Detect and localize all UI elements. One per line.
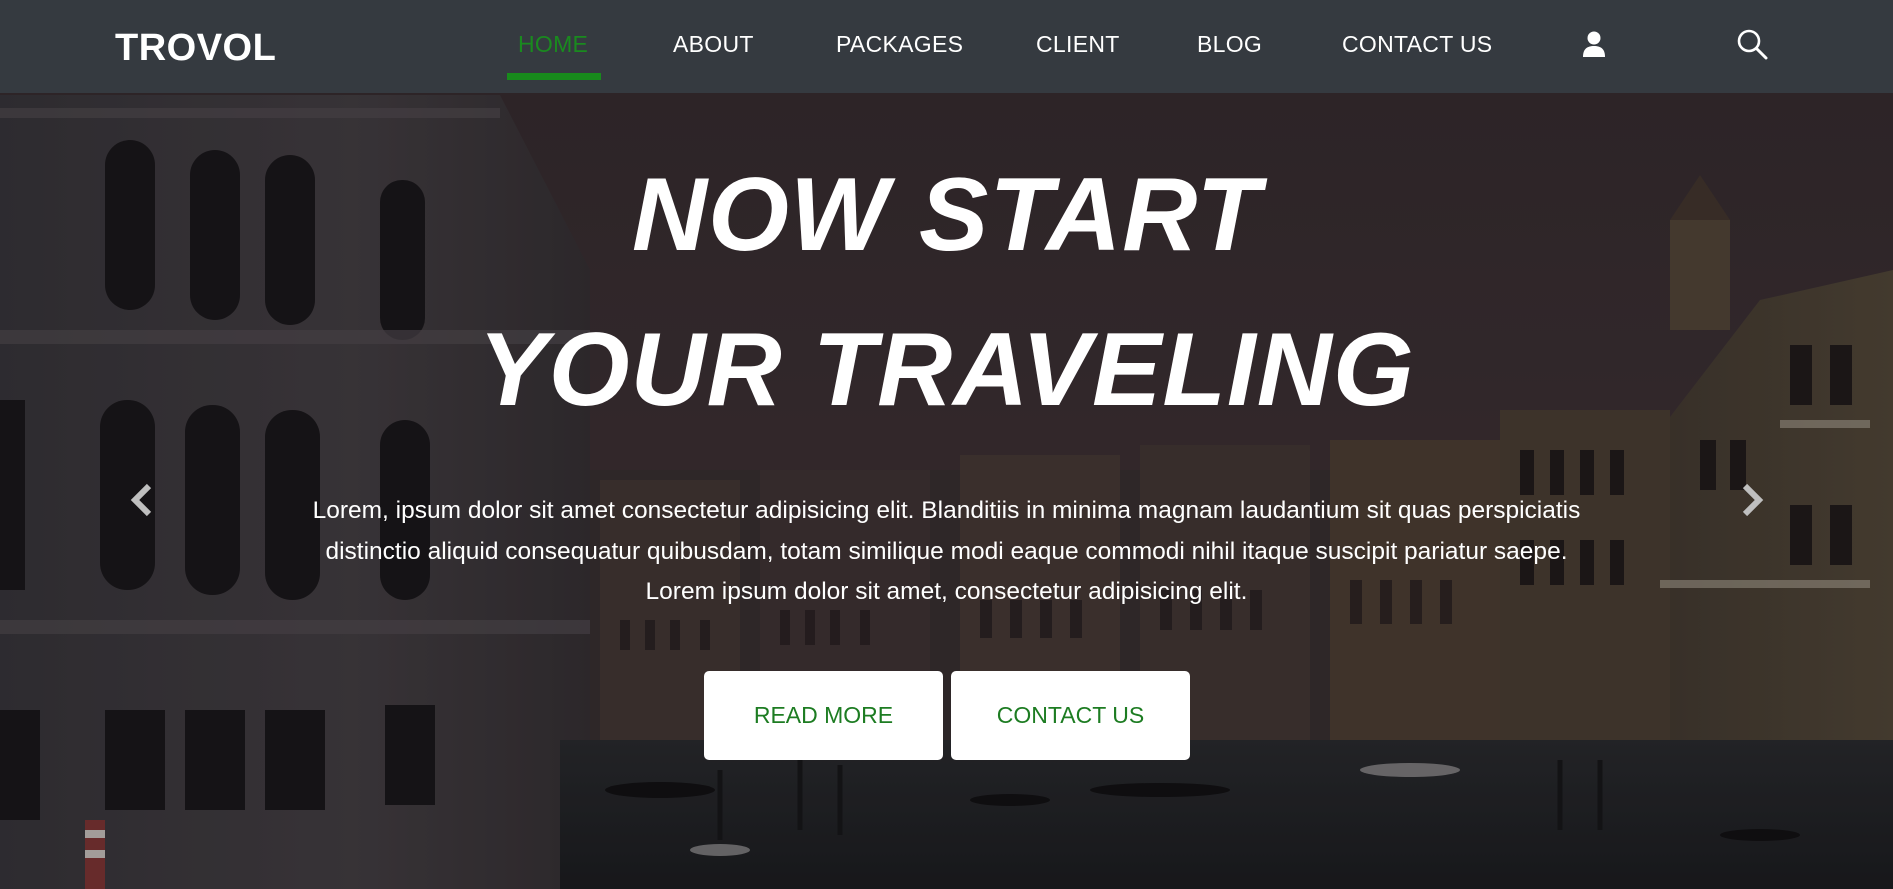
nav-contact-us[interactable]: CONTACT US [1342, 28, 1492, 60]
hero-dark-overlay [0, 0, 1893, 889]
navbar: TROVOL HOME ABOUT PACKAGES CLIENT BLOG C… [0, 0, 1893, 93]
brand-logo[interactable]: TROVOL [115, 26, 276, 70]
carousel-next-button[interactable] [1737, 483, 1767, 517]
nav-active-indicator [507, 73, 601, 80]
hero-title-line-2: YOUR TRAVELING [478, 312, 1415, 428]
nav-home[interactable]: HOME [518, 28, 588, 60]
nav-about[interactable]: ABOUT [673, 28, 754, 60]
hero-background [0, 0, 1893, 889]
carousel-prev-button[interactable] [127, 483, 157, 517]
read-more-button[interactable]: READ MORE [704, 671, 943, 760]
contact-us-button[interactable]: CONTACT US [951, 671, 1190, 760]
search-icon[interactable] [1736, 28, 1768, 60]
hero-title-line-1: NOW START [631, 157, 1262, 273]
nav-client[interactable]: CLIENT [1036, 28, 1120, 60]
chevron-left-icon [130, 483, 152, 517]
user-icon[interactable] [1582, 30, 1606, 58]
nav-blog[interactable]: BLOG [1197, 28, 1262, 60]
chevron-right-icon [1742, 483, 1764, 517]
nav-packages[interactable]: PACKAGES [836, 28, 963, 60]
hero-description: Lorem, ipsum dolor sit amet consectetur … [312, 497, 1581, 605]
